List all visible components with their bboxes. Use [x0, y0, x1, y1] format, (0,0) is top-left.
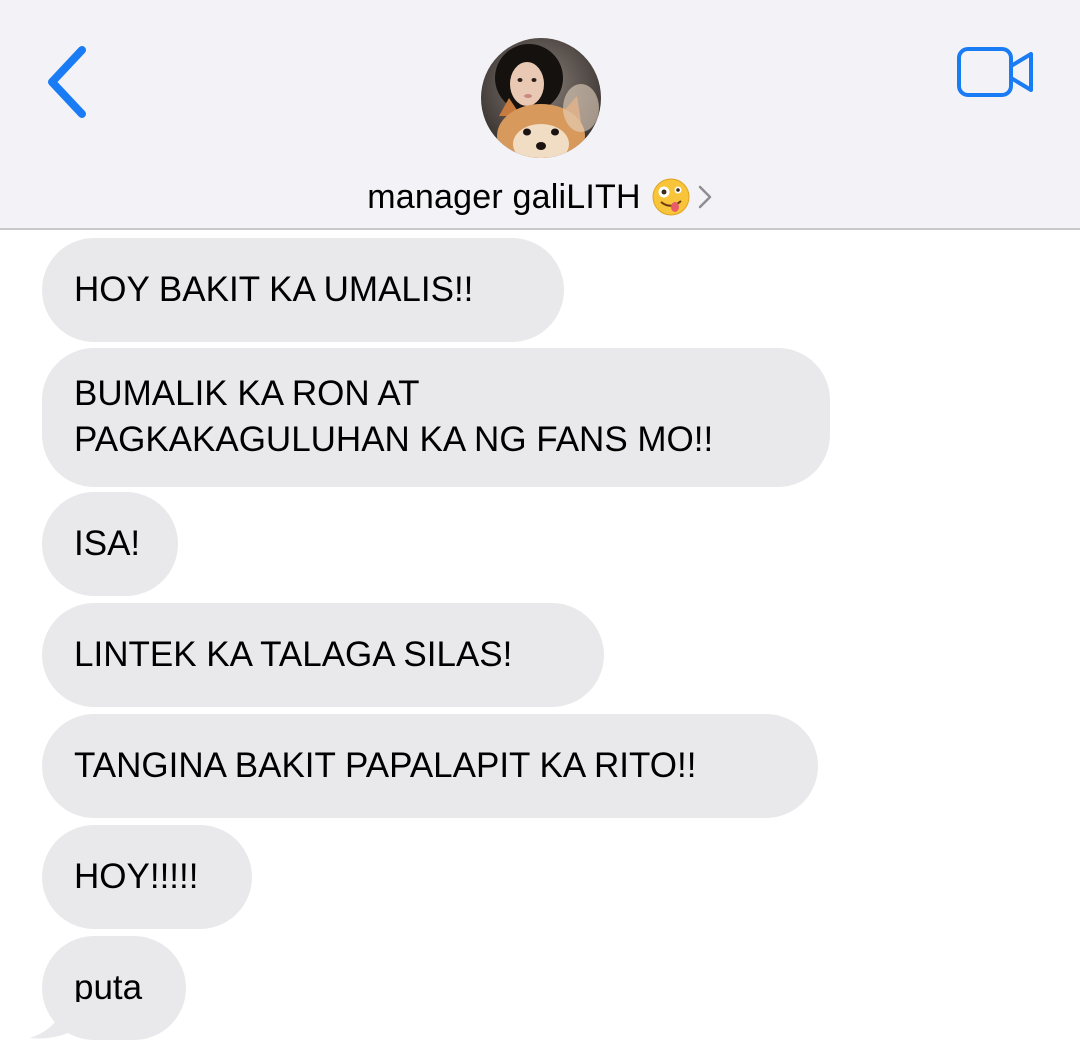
- message-bubble[interactable]: TANGINA BAKIT PAPALAPIT KA RITO!!: [42, 714, 818, 818]
- contact-name: manager galiLITH: [367, 177, 641, 216]
- message-bubble[interactable]: HOY BAKIT KA UMALIS!!: [42, 238, 564, 342]
- avatar-photo: [481, 38, 601, 158]
- zany-face-emoji-icon: [651, 177, 691, 217]
- conversation-header: manager galiLITH: [0, 0, 1080, 230]
- chevron-left-icon: [48, 46, 86, 118]
- contact-avatar[interactable]: [481, 38, 601, 158]
- chevron-right-icon: [697, 183, 713, 211]
- message-bubble[interactable]: ISA!: [42, 492, 178, 596]
- video-camera-icon: [957, 47, 1033, 97]
- facetime-video-button[interactable]: [955, 44, 1037, 100]
- message-bubble[interactable]: HOY!!!!!: [42, 825, 252, 929]
- back-button[interactable]: [38, 40, 98, 120]
- message-bubble[interactable]: LINTEK KA TALAGA SILAS!: [42, 603, 604, 707]
- bubble-tail: [30, 1002, 84, 1039]
- contact-name-row[interactable]: manager galiLITH: [0, 168, 1080, 226]
- message-bubble[interactable]: BUMALIK KA RON AT PAGKAKAGULUHAN KA NG F…: [42, 348, 830, 487]
